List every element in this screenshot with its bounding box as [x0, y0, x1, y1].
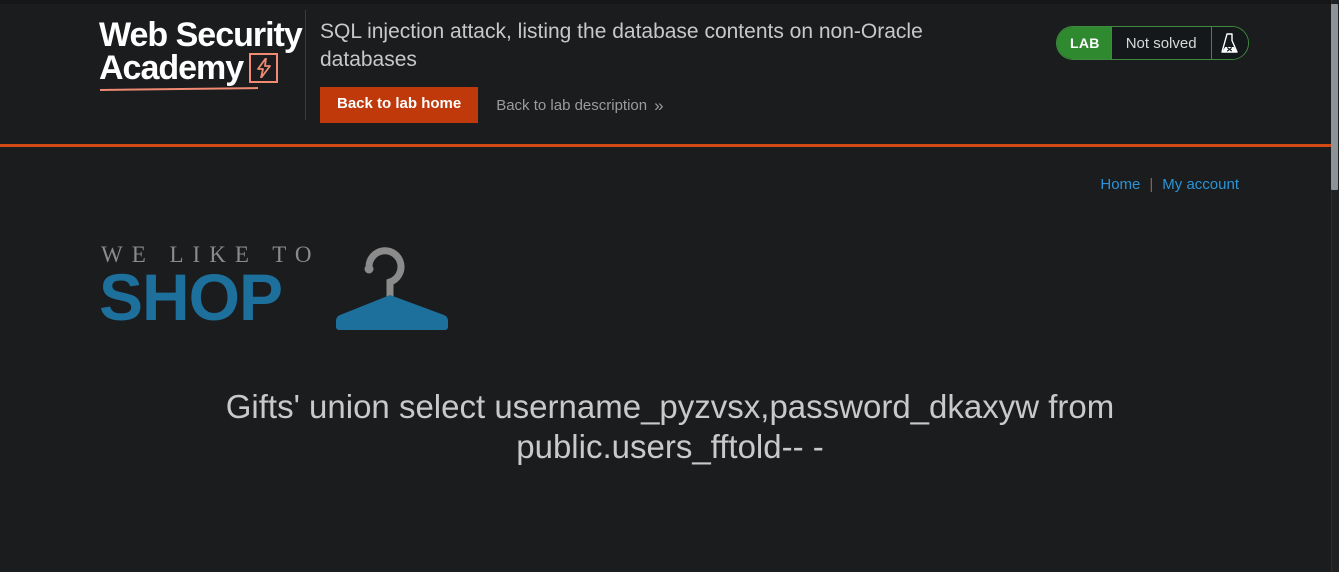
- back-to-lab-description-link[interactable]: Back to lab description »: [496, 95, 663, 115]
- logo-line-2: Academy: [99, 49, 244, 87]
- back-to-lab-home-button[interactable]: Back to lab home: [320, 87, 479, 123]
- nav-link-my-account[interactable]: My account: [1162, 176, 1239, 193]
- header-divider: [305, 10, 306, 120]
- shop-wordmark: SHOP: [99, 260, 283, 334]
- nav-separator: |: [1149, 176, 1154, 193]
- page-scrollbar-thumb[interactable]: [1331, 4, 1338, 190]
- web-security-academy-logo[interactable]: Web Security Academy: [99, 16, 303, 91]
- chevron-double-right-icon: »: [654, 95, 664, 115]
- lab-status-text: Not solved: [1110, 27, 1212, 59]
- logo-underline: [99, 87, 259, 91]
- lab-status-badge[interactable]: LAB Not solved: [1056, 26, 1249, 60]
- coat-hanger-icon: [335, 247, 449, 330]
- browser-viewport: Web Security Academy SQL injection attac…: [0, 0, 1339, 572]
- back-to-lab-description-label: Back to lab description: [496, 96, 648, 114]
- page-scrollbar-track[interactable]: [1331, 0, 1339, 572]
- lightning-bolt-icon: [249, 53, 278, 83]
- nav-link-home[interactable]: Home: [1100, 176, 1140, 193]
- lab-actions: Back to lab home Back to lab description…: [320, 87, 664, 123]
- lab-title: SQL injection attack, listing the databa…: [320, 20, 923, 71]
- lab-header: Web Security Academy SQL injection attac…: [0, 4, 1331, 144]
- search-results-heading: Gifts' union select username_pyzvsx,pass…: [225, 388, 1115, 466]
- flask-icon: [1211, 27, 1248, 59]
- shop-logo: WE LIKE TO SHOP: [99, 242, 459, 334]
- shop-nav: Home | My account: [1100, 176, 1239, 193]
- logo-line-1: Web Security: [99, 16, 303, 54]
- shop-page-body: Home | My account WE LIKE TO SHOP Gifts' u…: [0, 147, 1331, 572]
- lab-status-tag: LAB: [1057, 27, 1111, 59]
